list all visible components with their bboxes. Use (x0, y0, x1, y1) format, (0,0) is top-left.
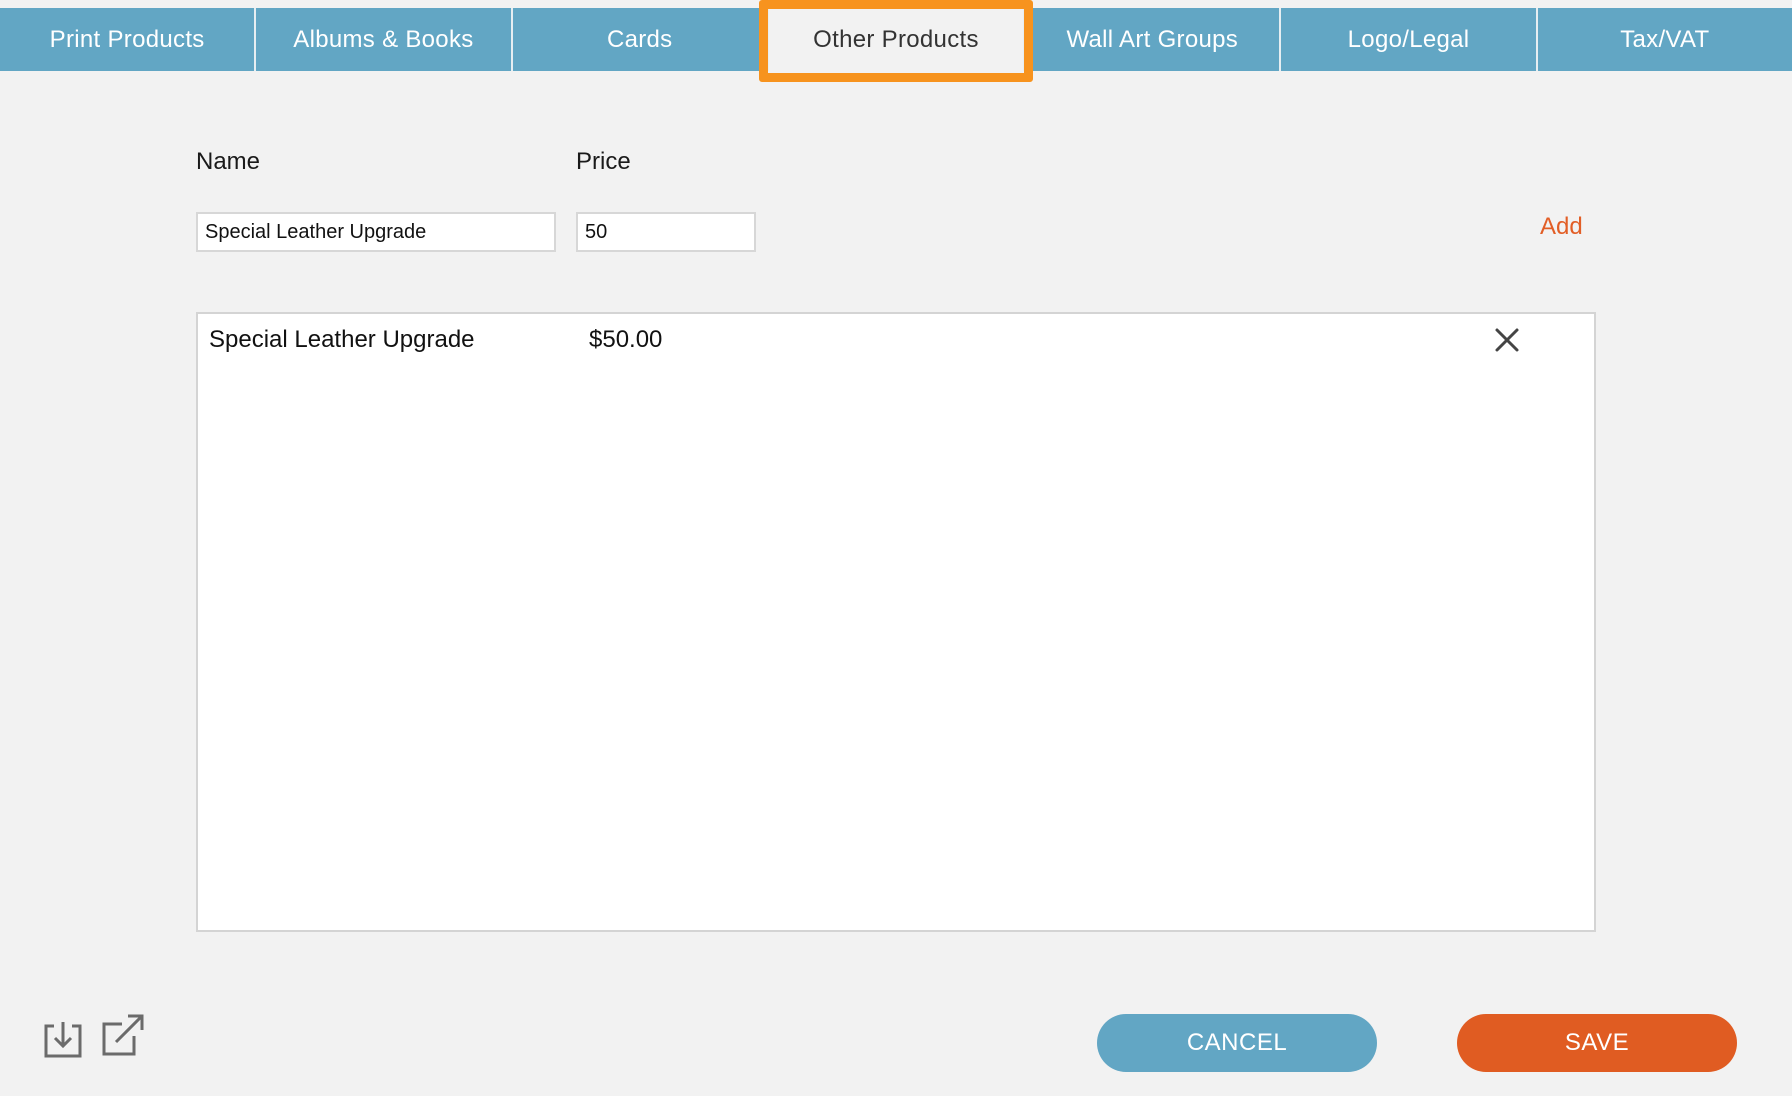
product-list: Special Leather Upgrade $50.00 (196, 312, 1596, 932)
tab-wall-art-groups[interactable]: Wall Art Groups (1025, 8, 1282, 71)
import-icon[interactable] (42, 1016, 86, 1060)
close-icon[interactable] (1493, 326, 1521, 354)
save-button[interactable]: SAVE (1457, 1014, 1737, 1072)
tab-tax-vat[interactable]: Tax/VAT (1538, 8, 1792, 71)
export-icon[interactable] (100, 1012, 144, 1056)
list-item-price: $50.00 (589, 326, 663, 353)
tab-logo-legal[interactable]: Logo/Legal (1281, 8, 1538, 71)
list-item-name: Special Leather Upgrade (209, 326, 475, 353)
price-label: Price (576, 148, 631, 175)
name-input[interactable] (196, 212, 556, 252)
add-button[interactable]: Add (1540, 213, 1583, 241)
tab-bar: Print Products Albums & Books Cards Othe… (0, 0, 1792, 82)
list-item: Special Leather Upgrade $50.00 (198, 314, 1594, 368)
tab-other-products[interactable]: Other Products (758, 0, 1034, 82)
cancel-button[interactable]: CANCEL (1097, 1014, 1377, 1072)
tab-cards[interactable]: Cards (513, 8, 769, 71)
tab-albums-books[interactable]: Albums & Books (256, 8, 513, 71)
tab-print-products[interactable]: Print Products (0, 8, 257, 71)
price-input[interactable] (576, 212, 756, 252)
name-label: Name (196, 148, 261, 175)
